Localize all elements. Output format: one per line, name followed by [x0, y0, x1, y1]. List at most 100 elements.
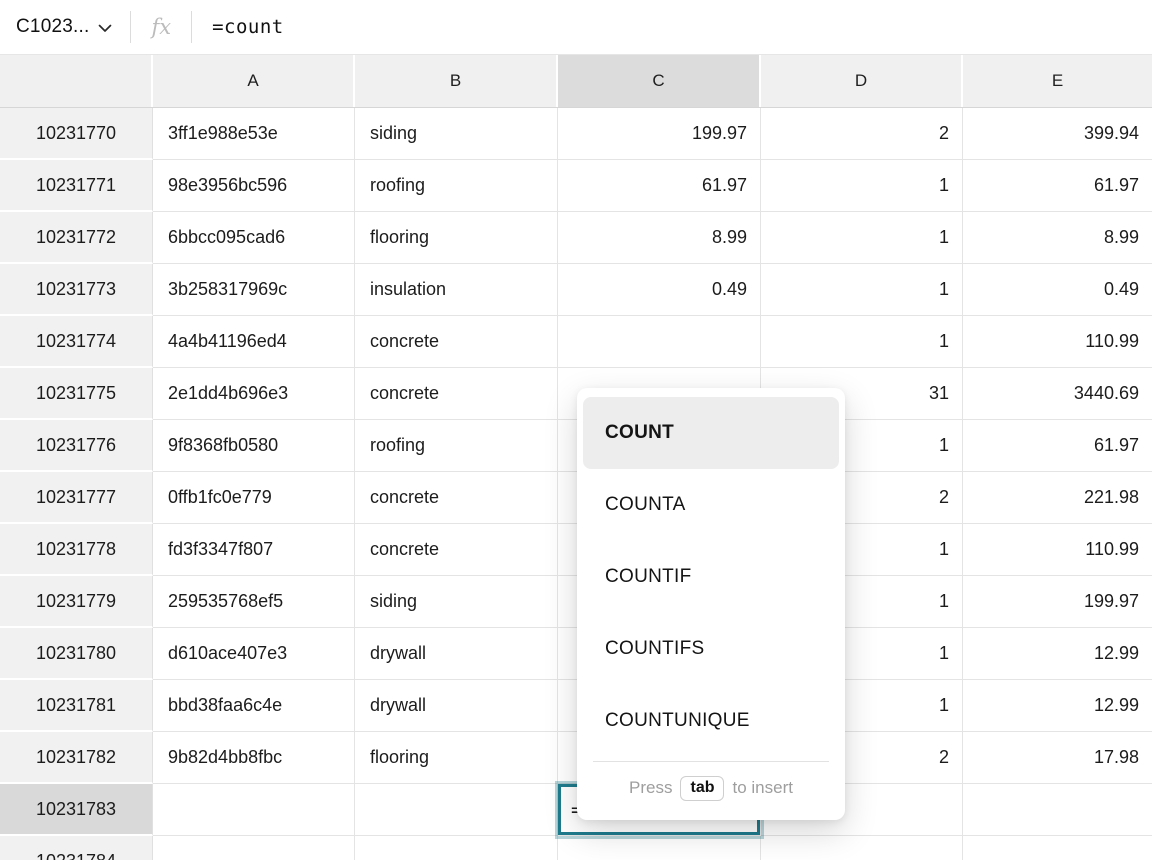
- row-number[interactable]: 10231774: [0, 316, 153, 368]
- cell[interactable]: 199.97: [558, 108, 761, 160]
- cell[interactable]: 61.97: [963, 420, 1152, 472]
- column-header-a[interactable]: A: [153, 55, 355, 107]
- cell[interactable]: 1: [761, 160, 963, 212]
- corner-header[interactable]: [0, 55, 153, 107]
- cell[interactable]: 259535768ef5: [153, 576, 355, 628]
- cell[interactable]: 61.97: [963, 160, 1152, 212]
- cell[interactable]: roofing: [355, 160, 558, 212]
- autocomplete-item-count[interactable]: COUNT: [583, 397, 839, 469]
- autocomplete-item-countunique[interactable]: COUNTUNIQUE: [583, 685, 839, 757]
- cell[interactable]: siding: [355, 576, 558, 628]
- cell[interactable]: [355, 836, 558, 860]
- cell[interactable]: 8.99: [963, 212, 1152, 264]
- table-row: 10231780d610ace407e3drywall112.99: [0, 628, 1152, 680]
- row-number[interactable]: 10231783: [0, 784, 153, 836]
- row-number[interactable]: 10231771: [0, 160, 153, 212]
- cell[interactable]: 2e1dd4b696e3: [153, 368, 355, 420]
- cell[interactable]: 98e3956bc596: [153, 160, 355, 212]
- cell[interactable]: [761, 836, 963, 860]
- cell[interactable]: 110.99: [963, 524, 1152, 576]
- cell[interactable]: 0ffb1fc0e779: [153, 472, 355, 524]
- cell[interactable]: 0.49: [558, 264, 761, 316]
- cell[interactable]: [558, 836, 761, 860]
- cell[interactable]: flooring: [355, 212, 558, 264]
- cell[interactable]: d610ace407e3: [153, 628, 355, 680]
- cell[interactable]: 199.97: [963, 576, 1152, 628]
- row-number[interactable]: 10231780: [0, 628, 153, 680]
- formula-input[interactable]: =count: [212, 16, 284, 38]
- row-number[interactable]: 10231782: [0, 732, 153, 784]
- cell[interactable]: 2: [761, 108, 963, 160]
- function-autocomplete-popup: COUNTCOUNTACOUNTIFCOUNTIFSCOUNTUNIQUE Pr…: [577, 388, 845, 820]
- cell[interactable]: concrete: [355, 472, 558, 524]
- row-number[interactable]: 10231784: [0, 836, 153, 860]
- row-number[interactable]: 10231775: [0, 368, 153, 420]
- row-number[interactable]: 10231772: [0, 212, 153, 264]
- footer-suffix: to insert: [732, 778, 792, 798]
- cell[interactable]: 9f8368fb0580: [153, 420, 355, 472]
- cell[interactable]: bbd38faa6c4e: [153, 680, 355, 732]
- cell[interactable]: 9b82d4bb8fbc: [153, 732, 355, 784]
- cell[interactable]: 17.98: [963, 732, 1152, 784]
- cell[interactable]: fd3f3347f807: [153, 524, 355, 576]
- cell[interactable]: 1: [761, 316, 963, 368]
- cell[interactable]: [963, 836, 1152, 860]
- tab-keycap: tab: [680, 776, 724, 801]
- cell[interactable]: drywall: [355, 628, 558, 680]
- cell[interactable]: 8.99: [558, 212, 761, 264]
- table-row: 10231779259535768ef5siding1199.97: [0, 576, 1152, 628]
- row-number[interactable]: 10231777: [0, 472, 153, 524]
- cell[interactable]: [963, 784, 1152, 836]
- row-number[interactable]: 10231778: [0, 524, 153, 576]
- cell[interactable]: 4a4b41196ed4: [153, 316, 355, 368]
- cell[interactable]: 3b258317969c: [153, 264, 355, 316]
- row-number[interactable]: 10231773: [0, 264, 153, 316]
- row-number[interactable]: 10231770: [0, 108, 153, 160]
- row-number[interactable]: 10231779: [0, 576, 153, 628]
- row-number[interactable]: 10231781: [0, 680, 153, 732]
- column-header-e[interactable]: E: [963, 55, 1152, 107]
- autocomplete-item-counta[interactable]: COUNTA: [583, 469, 839, 541]
- cell[interactable]: 12.99: [963, 680, 1152, 732]
- cell[interactable]: 61.97: [558, 160, 761, 212]
- cell[interactable]: 399.94: [963, 108, 1152, 160]
- table-row: 102317752e1dd4b696e3concrete313440.69: [0, 368, 1152, 420]
- cell-reference-selector[interactable]: C1023...: [16, 16, 112, 38]
- cell[interactable]: concrete: [355, 316, 558, 368]
- cell[interactable]: 221.98: [963, 472, 1152, 524]
- cell[interactable]: concrete: [355, 524, 558, 576]
- cell[interactable]: roofing: [355, 420, 558, 472]
- column-header-d[interactable]: D: [761, 55, 963, 107]
- cell[interactable]: 1: [761, 264, 963, 316]
- column-header-row: ABCDE: [0, 55, 1152, 108]
- formula-bar: C1023... fx =count: [0, 0, 1152, 55]
- cell[interactable]: 0.49: [963, 264, 1152, 316]
- fx-icon: fx: [131, 15, 191, 39]
- column-header-b[interactable]: B: [355, 55, 558, 107]
- cell[interactable]: [153, 784, 355, 836]
- cell[interactable]: 1: [761, 212, 963, 264]
- table-row: 102317733b258317969cinsulation0.4910.49: [0, 264, 1152, 316]
- cell[interactable]: [355, 784, 558, 836]
- cell[interactable]: 110.99: [963, 316, 1152, 368]
- table-row: 10231781bbd38faa6c4edrywall112.99: [0, 680, 1152, 732]
- cell[interactable]: concrete: [355, 368, 558, 420]
- column-header-c[interactable]: C: [558, 55, 761, 107]
- row-number[interactable]: 10231776: [0, 420, 153, 472]
- cell[interactable]: flooring: [355, 732, 558, 784]
- autocomplete-item-countifs[interactable]: COUNTIFS: [583, 613, 839, 685]
- cell[interactable]: 3440.69: [963, 368, 1152, 420]
- cell[interactable]: drywall: [355, 680, 558, 732]
- cell[interactable]: 6bbcc095cad6: [153, 212, 355, 264]
- autocomplete-item-countif[interactable]: COUNTIF: [583, 541, 839, 613]
- cell[interactable]: [153, 836, 355, 860]
- spreadsheet: ABCDE 102317703ff1e988e53esiding199.9723…: [0, 55, 1152, 860]
- table-row: 102317829b82d4bb8fbcflooring217.98: [0, 732, 1152, 784]
- cell[interactable]: [558, 316, 761, 368]
- table-row: 1023177198e3956bc596roofing61.97161.97: [0, 160, 1152, 212]
- cell[interactable]: siding: [355, 108, 558, 160]
- cell[interactable]: 3ff1e988e53e: [153, 108, 355, 160]
- cell[interactable]: insulation: [355, 264, 558, 316]
- table-row: 102317726bbcc095cad6flooring8.9918.99: [0, 212, 1152, 264]
- cell[interactable]: 12.99: [963, 628, 1152, 680]
